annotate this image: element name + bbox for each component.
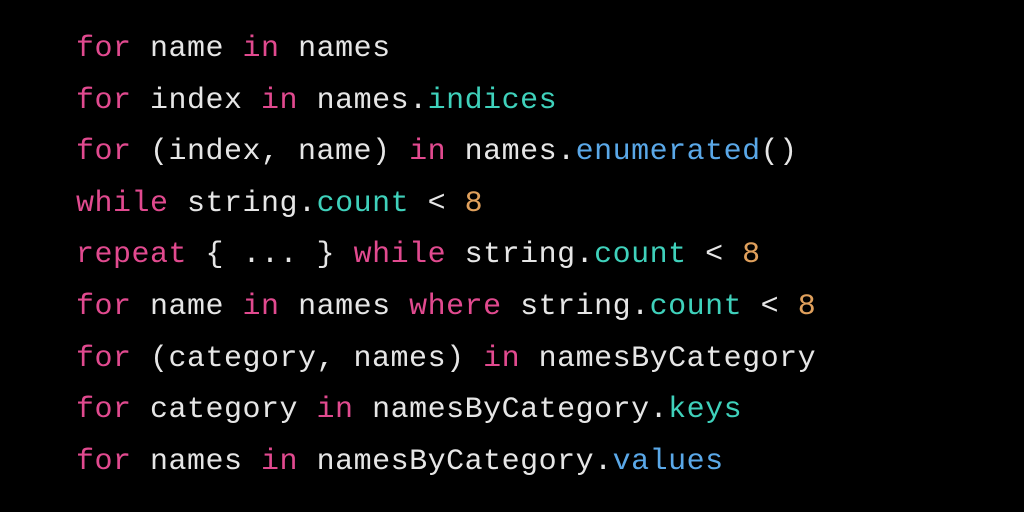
code-token: for	[76, 290, 132, 324]
code-token: { ... }	[187, 238, 354, 272]
code-token: enumerated	[576, 135, 761, 169]
code-token: .	[298, 187, 317, 221]
code-token: in	[243, 32, 280, 66]
code-snippet: for name in namesfor index in names.indi…	[0, 0, 1024, 512]
code-token: keys	[668, 393, 742, 427]
code-token: in	[317, 393, 354, 427]
code-token: repeat	[76, 238, 187, 272]
code-token: in	[261, 84, 298, 118]
code-token: for	[76, 393, 132, 427]
code-token: ()	[761, 135, 798, 169]
code-line: for category in namesByCategory.keys	[76, 385, 948, 437]
code-token: (category, names)	[132, 342, 484, 376]
code-token: indices	[428, 84, 558, 118]
code-line: for index in names.indices	[76, 76, 948, 128]
code-token: name	[132, 290, 243, 324]
code-token: names	[446, 135, 557, 169]
code-token: <	[742, 290, 798, 324]
code-token: values	[613, 445, 724, 479]
code-token: string	[446, 238, 576, 272]
code-token: string	[169, 187, 299, 221]
code-token: for	[76, 135, 132, 169]
code-token: (index, name)	[132, 135, 410, 169]
code-token: namesByCategory	[520, 342, 816, 376]
code-line: while string.count < 8	[76, 179, 948, 231]
code-token: in	[483, 342, 520, 376]
code-token: namesByCategory	[354, 393, 650, 427]
code-token: names	[280, 32, 391, 66]
code-token: for	[76, 32, 132, 66]
code-token: names	[132, 445, 262, 479]
code-line: for (category, names) in namesByCategory	[76, 334, 948, 386]
code-token: 8	[465, 187, 484, 221]
code-line: for name in names	[76, 24, 948, 76]
code-token: string	[502, 290, 632, 324]
code-token: .	[576, 238, 595, 272]
code-token: .	[650, 393, 669, 427]
code-token: in	[243, 290, 280, 324]
code-token: namesByCategory	[298, 445, 594, 479]
code-line: repeat { ... } while string.count < 8	[76, 230, 948, 282]
code-line: for (index, name) in names.enumerated()	[76, 127, 948, 179]
code-token: 8	[742, 238, 761, 272]
code-token: names	[280, 290, 410, 324]
code-line: for name in names where string.count < 8	[76, 282, 948, 334]
code-token: where	[409, 290, 502, 324]
code-token: in	[409, 135, 446, 169]
code-token: .	[557, 135, 576, 169]
code-token: .	[409, 84, 428, 118]
code-token: while	[354, 238, 447, 272]
code-token: count	[317, 187, 410, 221]
code-token: index	[132, 84, 262, 118]
code-token: .	[594, 445, 613, 479]
code-token: 8	[798, 290, 817, 324]
code-line: for names in namesByCategory.values	[76, 437, 948, 489]
code-token: .	[631, 290, 650, 324]
code-token: in	[261, 445, 298, 479]
code-token: names	[298, 84, 409, 118]
code-token: while	[76, 187, 169, 221]
code-token: count	[650, 290, 743, 324]
code-token: for	[76, 84, 132, 118]
code-token: <	[409, 187, 465, 221]
code-token: for	[76, 445, 132, 479]
code-token: name	[132, 32, 243, 66]
code-token: for	[76, 342, 132, 376]
code-token: <	[687, 238, 743, 272]
code-token: count	[594, 238, 687, 272]
code-token: category	[132, 393, 317, 427]
